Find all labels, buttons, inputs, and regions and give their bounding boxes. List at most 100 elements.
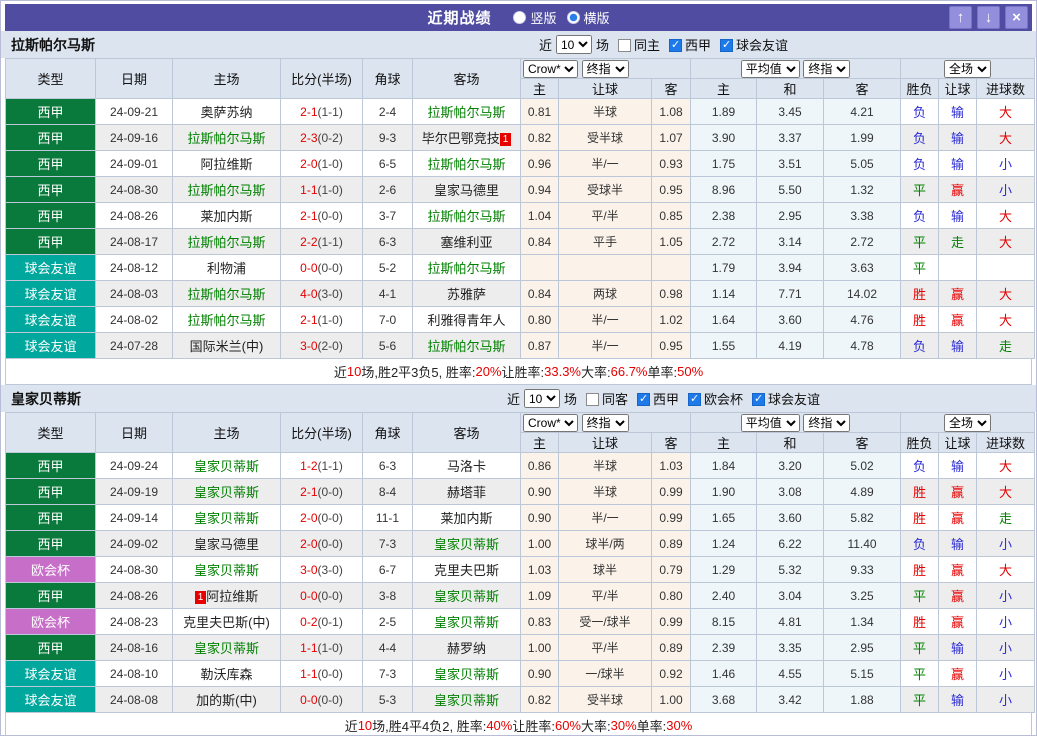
sub-avg-home: 主 [691, 433, 757, 453]
avg-home: 3.68 [691, 687, 757, 713]
league-type-badge: 球会友谊 [6, 661, 96, 687]
filter-checkbox-group: 同客西甲欧会杯球会友谊 [577, 389, 820, 408]
result-handicap: 走 [939, 229, 977, 255]
final-odds-select-1[interactable]: 终指 [582, 60, 629, 78]
odds-handicap: 两球 [559, 281, 652, 307]
summary-row: 近10场,胜2平3负5, 胜率:20% 让胜率:33.3% 大率:66.7% 单… [5, 359, 1032, 385]
fulltime-score: 0-0 [300, 589, 317, 603]
team-label: 皇家马德里 [194, 537, 259, 552]
checkbox-checked-icon[interactable] [752, 393, 765, 406]
table-row: 球会友谊24-07-28国际米兰(中)3-0(2-0)5-6拉斯帕尔马斯0.87… [6, 333, 1035, 359]
match-date: 24-08-02 [96, 307, 173, 333]
result-goals: 小 [977, 687, 1035, 713]
corner-count: 5-2 [363, 255, 413, 281]
odds-handicap: 半/一 [559, 333, 652, 359]
avg-draw: 5.32 [757, 557, 824, 583]
fulltime-score: 2-1 [300, 485, 317, 499]
col-corner: 角球 [363, 59, 413, 99]
odds-away: 0.80 [652, 583, 691, 609]
home-team: 利物浦 [173, 255, 281, 281]
team-label: 莱加内斯 [200, 209, 252, 224]
filter-label: 欧会杯 [704, 392, 743, 407]
match-date: 24-08-03 [96, 281, 173, 307]
bookmaker-select[interactable]: Crow* [523, 414, 578, 432]
odds-handicap: 受半球 [559, 687, 652, 713]
score: 1-2(1-1) [281, 453, 363, 479]
home-team: 皇家贝蒂斯 [173, 453, 281, 479]
odds-away: 0.89 [652, 531, 691, 557]
avg-draw: 3.20 [757, 453, 824, 479]
fulltime-select[interactable]: 全场 [944, 60, 991, 78]
avg-draw: 5.50 [757, 177, 824, 203]
close-icon[interactable]: × [1005, 6, 1028, 29]
checkbox-checked-icon[interactable] [637, 393, 650, 406]
home-team: 勒沃库森 [173, 661, 281, 687]
checkbox-checked-icon[interactable] [720, 39, 733, 52]
team-label: 加的斯(中) [196, 693, 257, 708]
avg-draw: 3.60 [757, 505, 824, 531]
halftime-score: (3-0) [318, 287, 343, 301]
results-table: 类型 日期 主场 比分(半场) 角球 客场 Crow* 终指 平均值 终指 [5, 412, 1035, 713]
team-label: 奥萨苏纳 [200, 105, 252, 120]
checkbox-unchecked-icon[interactable] [586, 393, 599, 406]
summary-segment: 33.3% [544, 364, 581, 379]
move-up-icon[interactable]: ↑ [949, 6, 972, 29]
injury-badge: 1 [195, 591, 207, 604]
team-label: 塞维利亚 [440, 235, 492, 250]
final-odds-select-2[interactable]: 终指 [803, 414, 850, 432]
result-handicap: 赢 [939, 557, 977, 583]
away-team: 毕尔巴鄂竞技1 [413, 125, 521, 151]
summary-segment: 近 [345, 716, 358, 735]
score: 0-0(0-0) [281, 583, 363, 609]
match-date: 24-09-24 [96, 453, 173, 479]
horizontal-layout-radio[interactable] [567, 11, 580, 24]
summary-segment: 单率: [648, 362, 678, 381]
team-label: 皇家贝蒂斯 [194, 511, 259, 526]
fulltime-select[interactable]: 全场 [944, 414, 991, 432]
recent-count-select[interactable]: 10 [524, 389, 560, 408]
summary-segment: 单率: [637, 716, 667, 735]
table-row: 球会友谊24-08-03拉斯帕尔马斯4-0(3-0)4-1苏雅萨0.84两球0.… [6, 281, 1035, 307]
team-label: 拉斯帕尔马斯 [187, 287, 265, 302]
vertical-layout-radio[interactable] [513, 11, 526, 24]
result-handicap: 输 [939, 333, 977, 359]
avg-draw: 3.37 [757, 125, 824, 151]
avg-away: 1.88 [824, 687, 901, 713]
bookmaker-select[interactable]: Crow* [523, 60, 578, 78]
avg-away: 3.25 [824, 583, 901, 609]
odds-handicap: 平手 [559, 229, 652, 255]
filter-checkbox-group: 同主西甲球会友谊 [609, 35, 788, 54]
avg-away: 3.38 [824, 203, 901, 229]
filterbar: 皇家贝蒂斯 近 10 场 同客西甲欧会杯球会友谊 [1, 385, 1036, 412]
odds-handicap: 半/一 [559, 505, 652, 531]
recent-count-select[interactable]: 10 [556, 35, 592, 54]
corner-count: 2-5 [363, 609, 413, 635]
result-handicap: 输 [939, 531, 977, 557]
odds-home: 0.87 [521, 333, 559, 359]
odds-home: 0.96 [521, 151, 559, 177]
result-handicap: 赢 [939, 661, 977, 687]
final-odds-select-2[interactable]: 终指 [803, 60, 850, 78]
team-label: 克里夫巴斯 [434, 563, 499, 578]
halftime-score: (0-2) [318, 131, 343, 145]
table-row: 西甲24-08-261阿拉维斯0-0(0-0)3-8皇家贝蒂斯1.09平/半0.… [6, 583, 1035, 609]
home-team: 拉斯帕尔马斯 [173, 229, 281, 255]
team-label: 皇家贝蒂斯 [434, 615, 499, 630]
checkbox-checked-icon[interactable] [669, 39, 682, 52]
avg-home: 2.39 [691, 635, 757, 661]
injury-badge: 1 [500, 133, 512, 146]
away-team: 拉斯帕尔马斯 [413, 333, 521, 359]
odds-home: 0.84 [521, 281, 559, 307]
final-odds-select-1[interactable]: 终指 [582, 414, 629, 432]
table-row: 欧会杯24-08-30皇家贝蒂斯3-0(3-0)6-7克里夫巴斯1.03球半0.… [6, 557, 1035, 583]
average-select[interactable]: 平均值 [741, 60, 800, 78]
average-select[interactable]: 平均值 [741, 414, 800, 432]
match-date: 24-09-19 [96, 479, 173, 505]
score: 1-1(1-0) [281, 635, 363, 661]
filter-label: 同主 [634, 38, 660, 53]
checkbox-checked-icon[interactable] [688, 393, 701, 406]
sub-away: 客 [652, 79, 691, 99]
move-down-icon[interactable]: ↓ [977, 6, 1000, 29]
league-type-badge: 西甲 [6, 203, 96, 229]
checkbox-unchecked-icon[interactable] [618, 39, 631, 52]
